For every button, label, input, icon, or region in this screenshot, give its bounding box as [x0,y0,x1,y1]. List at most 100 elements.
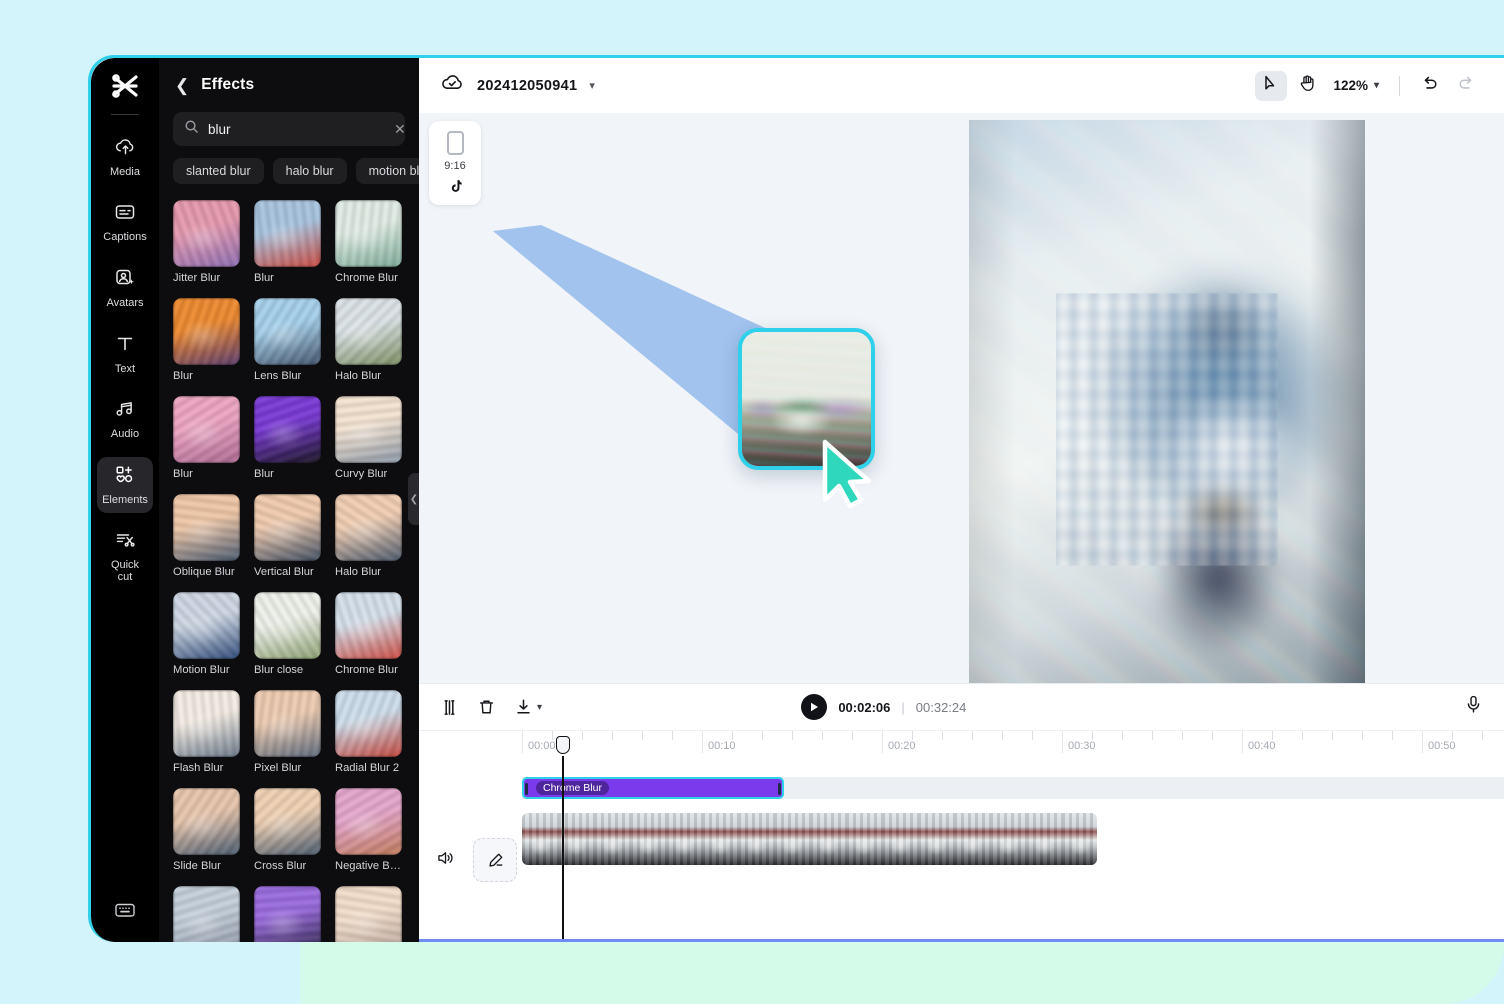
video-preview[interactable] [969,120,1365,683]
effect-card[interactable] [254,886,321,942]
captions-icon [115,203,135,226]
sidebar-item-text[interactable]: Text [97,326,153,382]
timeline-ruler[interactable]: 00:0000:1000:2000:3000:4000:50 [419,730,1504,756]
sidebar-item-label: Captions [103,231,146,243]
effect-card[interactable] [173,886,240,942]
select-tool-button[interactable] [1255,71,1287,101]
effect-thumbnail [173,690,240,757]
pointer-cursor-icon [817,438,879,510]
ruler-tick [1392,731,1393,740]
effect-thumbnail [254,494,321,561]
effect-name: Blur [254,272,321,284]
effect-card[interactable]: Cross Blur [254,788,321,872]
effect-card[interactable]: Oblique Blur [173,494,240,578]
sidebar-item-media[interactable]: Media [97,129,153,185]
effect-card[interactable]: Blur close [254,592,321,676]
effect-card[interactable]: Radial Blur 2 [335,690,402,774]
chevron-left-icon[interactable]: ❮ [175,77,189,94]
search-input[interactable] [208,122,385,137]
ruler-tick [1272,731,1273,740]
effect-card[interactable] [335,886,402,942]
play-button[interactable] [801,694,827,720]
effect-card[interactable]: Negative Bl… [335,788,402,872]
trash-icon[interactable] [478,698,495,716]
edit-track-button[interactable] [473,838,517,882]
undo-button[interactable] [1414,71,1446,101]
speaker-icon[interactable] [437,850,455,871]
effect-card[interactable]: Blur [173,396,240,480]
ruler-tick [1482,731,1483,740]
effect-card[interactable]: Blur [254,200,321,284]
effect-thumbnail [335,690,402,757]
tag-chip[interactable]: halo blur [273,158,347,184]
split-icon[interactable] [441,699,458,716]
microphone-icon[interactable] [1465,695,1482,719]
sidebar-item-avatars[interactable]: Avatars [97,260,153,316]
close-icon[interactable]: ✕ [394,122,406,136]
effect-card[interactable]: Halo Blur [335,298,402,382]
filmstrip-frame [666,813,702,865]
sidebar-item-elements[interactable]: Elements [97,457,153,513]
ruler-tick [612,731,613,740]
zoom-level-selector[interactable]: 122% ▾ [1327,78,1385,93]
effect-card[interactable]: Motion Blur [173,592,240,676]
effect-thumbnail [335,886,402,942]
rail-divider [111,114,139,115]
sidebar-item-label: Media [110,166,140,178]
ruler-tick [1302,731,1303,740]
ruler-tick [762,731,763,740]
ruler-tick [912,731,913,740]
ruler-tick-major [1242,731,1243,753]
hand-tool-button[interactable] [1291,71,1323,101]
effect-track-row: Chrome Blur [522,777,1504,799]
aspect-ratio-card[interactable]: 9:16 [429,121,481,205]
effect-card[interactable]: Curvy Blur [335,396,402,480]
ruler-tick [792,731,793,740]
sidebar-item-quickcut[interactable]: Quick cut [97,523,153,590]
effect-card[interactable]: Vertical Blur [254,494,321,578]
panel-collapse-handle[interactable]: ❮ [408,473,419,525]
effect-card[interactable]: Blur [254,396,321,480]
sidebar-item-audio[interactable]: Audio [97,392,153,447]
sidebar-item-captions[interactable]: Captions [97,195,153,250]
video-clip[interactable] [522,813,1097,865]
clip-handle-right[interactable] [778,783,781,795]
effect-card[interactable]: Lens Blur [254,298,321,382]
ruler-label: 00:40 [1248,740,1276,752]
aspect-ratio-label: 9:16 [444,160,465,172]
filmstrip-frame [630,813,666,865]
playhead[interactable] [562,756,564,939]
effect-card[interactable]: Jitter Blur [173,200,240,284]
effect-thumbnail [173,396,240,463]
effect-name: Lens Blur [254,370,321,382]
project-selector[interactable]: 202412050941 ▾ [441,73,595,98]
effect-card[interactable]: Pixel Blur [254,690,321,774]
effects-grid: Jitter Blur Blur Chrome Blur Blur Lens Blur H… [159,184,419,942]
ruler-tick [672,731,673,740]
effect-card[interactable]: Slide Blur [173,788,240,872]
toolbar-actions: 122% ▾ [1255,71,1482,101]
effect-card[interactable]: Chrome Blur [335,592,402,676]
effect-card[interactable]: Halo Blur [335,494,402,578]
capcut-logo-icon[interactable] [107,68,143,104]
redo-button[interactable] [1450,71,1482,101]
search-box[interactable]: ✕ [173,112,405,146]
effect-thumbnail [173,592,240,659]
effect-card[interactable]: Flash Blur [173,690,240,774]
filmstrip-frame [846,813,882,865]
tag-chip[interactable]: motion blur [356,158,419,184]
effect-card[interactable]: Chrome Blur [335,200,402,284]
ruler-label: 00:00 [528,740,556,752]
chevron-down-icon[interactable]: ▾ [589,79,595,92]
download-button[interactable]: ▾ [515,698,542,716]
clip-handle-left[interactable] [525,783,528,795]
filmstrip-frame [594,813,630,865]
ruler-tick [1032,731,1033,740]
tag-chip[interactable]: slanted blur [173,158,264,184]
playhead-knob[interactable] [556,736,570,754]
keyboard-shortcuts-button[interactable] [114,901,136,924]
effect-card[interactable]: Blur [173,298,240,382]
ruler-tick [852,731,853,740]
ruler-tick-major [1062,731,1063,753]
ruler-tick-major [522,731,523,753]
